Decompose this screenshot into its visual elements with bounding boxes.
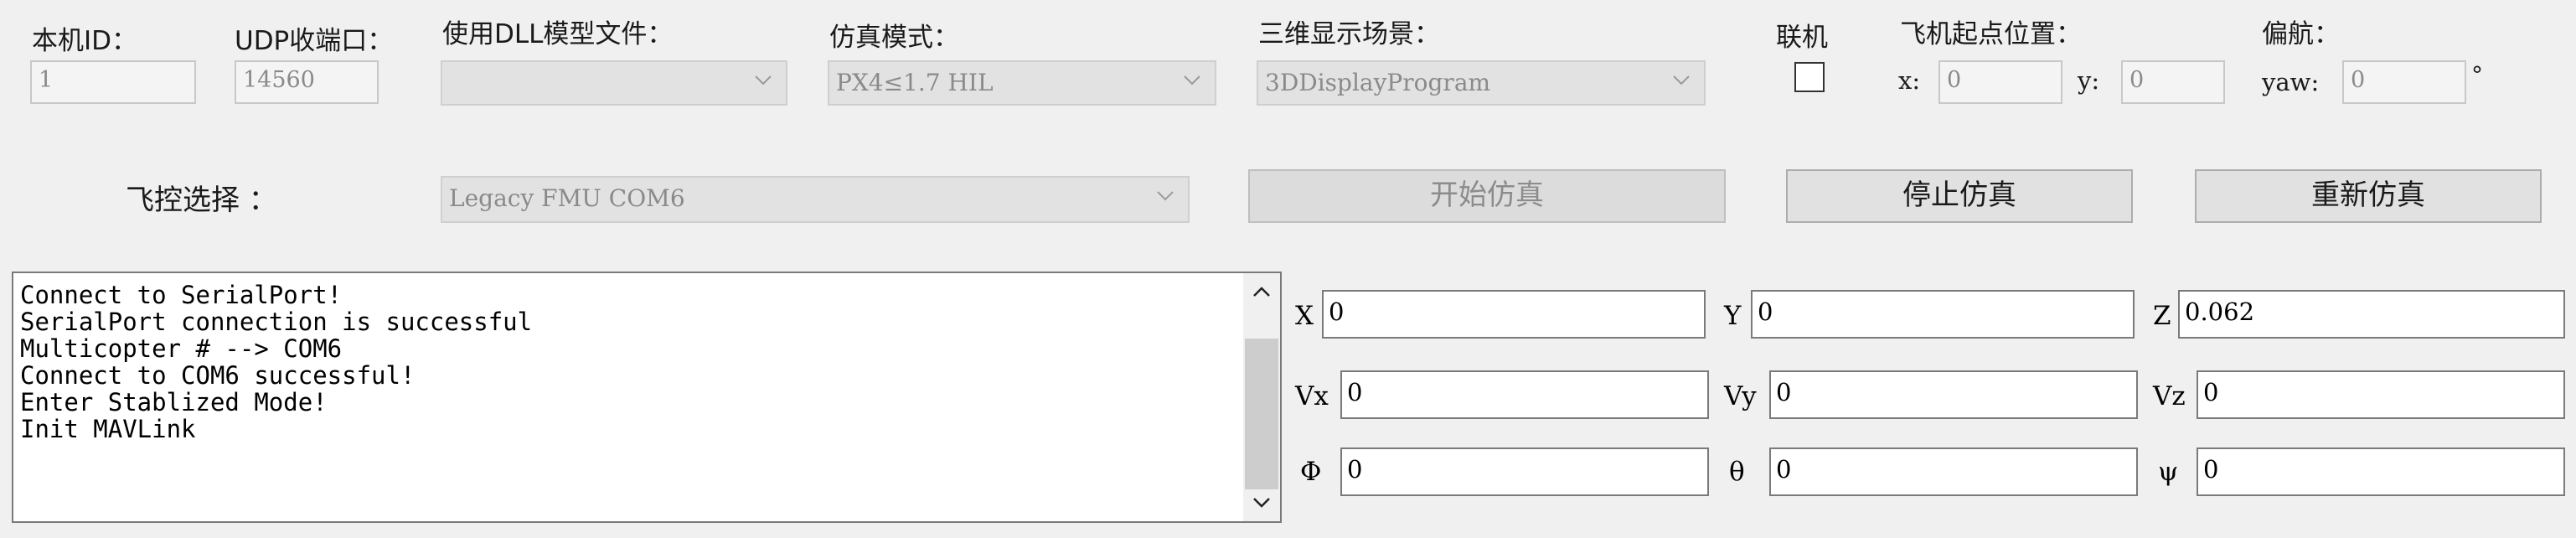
log-scrollbar[interactable] (1243, 273, 1280, 521)
flight-controller-label: 飞控选择 ： (126, 184, 277, 217)
scrollbar-thumb[interactable] (1245, 339, 1278, 489)
y-field[interactable]: 0 (1751, 290, 2135, 339)
vy-field[interactable]: 0 (1769, 370, 2138, 419)
vx-field[interactable]: 0 (1340, 370, 1709, 419)
chevron-up-icon[interactable] (1251, 282, 1273, 303)
yaw-short-label: yaw: (2262, 68, 2320, 96)
sim-mode-select[interactable]: PX4≤1.7 HIL (828, 60, 1216, 106)
sim-mode-label: 仿真模式： (829, 23, 959, 53)
x-label: X (1295, 301, 1314, 331)
z-label: Z (2153, 301, 2171, 331)
stop-simulation-button[interactable]: 停止仿真 (1786, 169, 2133, 223)
vz-label: Vz (2153, 381, 2186, 411)
log-line: SerialPort connection is successful (20, 308, 533, 336)
psi-label: ψ (2158, 457, 2179, 487)
scene-select[interactable]: 3DDisplayProgram (1257, 60, 1706, 106)
theta-label: θ (1729, 457, 1745, 487)
y-label: Y (1724, 301, 1742, 331)
log-line: Connect to SerialPort! (20, 281, 343, 309)
local-id-label: 本机ID： (32, 26, 138, 56)
chevron-down-icon (1157, 191, 1174, 201)
phi-label: Φ (1300, 457, 1322, 487)
degree-unit: ° (2471, 61, 2483, 89)
yaw-field[interactable]: 0 (2342, 60, 2466, 104)
start-y-field[interactable]: 0 (2121, 60, 2225, 104)
vz-field[interactable]: 0 (2197, 370, 2565, 419)
udp-port-label: UDP收端口： (235, 26, 394, 56)
udp-port-field[interactable]: 14560 (235, 60, 379, 104)
phi-field[interactable]: 0 (1340, 447, 1709, 496)
theta-field[interactable]: 0 (1769, 447, 2138, 496)
vy-label: Vy (1724, 381, 1757, 411)
psi-field[interactable]: 0 (2197, 447, 2565, 496)
dll-model-label: 使用DLL模型文件： (442, 19, 674, 49)
start-y-label: y: (2078, 66, 2100, 95)
log-lines: Connect to SerialPort! SerialPort connec… (20, 282, 532, 442)
flight-controller-select[interactable]: Legacy FMU COM6 (441, 176, 1190, 223)
start-x-field[interactable]: 0 (1938, 60, 2062, 104)
z-field[interactable]: 0.062 (2178, 290, 2565, 339)
x-field[interactable]: 0 (1322, 290, 1706, 339)
scene-value: 3DDisplayProgram (1265, 69, 1491, 96)
chevron-down-icon (755, 75, 772, 85)
flight-controller-value: Legacy FMU COM6 (449, 184, 685, 212)
chevron-down-icon[interactable] (1251, 491, 1273, 513)
chevron-down-icon (1673, 75, 1690, 85)
log-line: Multicopter # --> COM6 (20, 334, 343, 363)
local-id-field[interactable]: 1 (30, 60, 196, 104)
log-line: Init MAVLink (20, 415, 196, 443)
log-output[interactable]: Connect to SerialPort! SerialPort connec… (12, 272, 1282, 523)
restart-simulation-button[interactable]: 重新仿真 (2195, 169, 2542, 223)
start-simulation-button[interactable]: 开始仿真 (1248, 169, 1726, 223)
chevron-down-icon (1184, 75, 1200, 85)
start-position-label: 飞机起点位置： (1900, 19, 2082, 49)
yaw-label: 偏航： (2262, 19, 2340, 49)
scene-label: 三维显示场景： (1258, 19, 1440, 49)
log-line: Connect to COM6 successful! (20, 361, 416, 390)
link-label: 联机 (1776, 23, 1828, 53)
link-checkbox[interactable] (1794, 62, 1825, 92)
vx-label: Vx (1295, 381, 1329, 411)
start-x-label: x: (1898, 66, 1921, 95)
sim-mode-value: PX4≤1.7 HIL (836, 69, 994, 96)
dll-model-select[interactable] (441, 60, 787, 106)
log-line: Enter Stablized Mode! (20, 388, 328, 416)
